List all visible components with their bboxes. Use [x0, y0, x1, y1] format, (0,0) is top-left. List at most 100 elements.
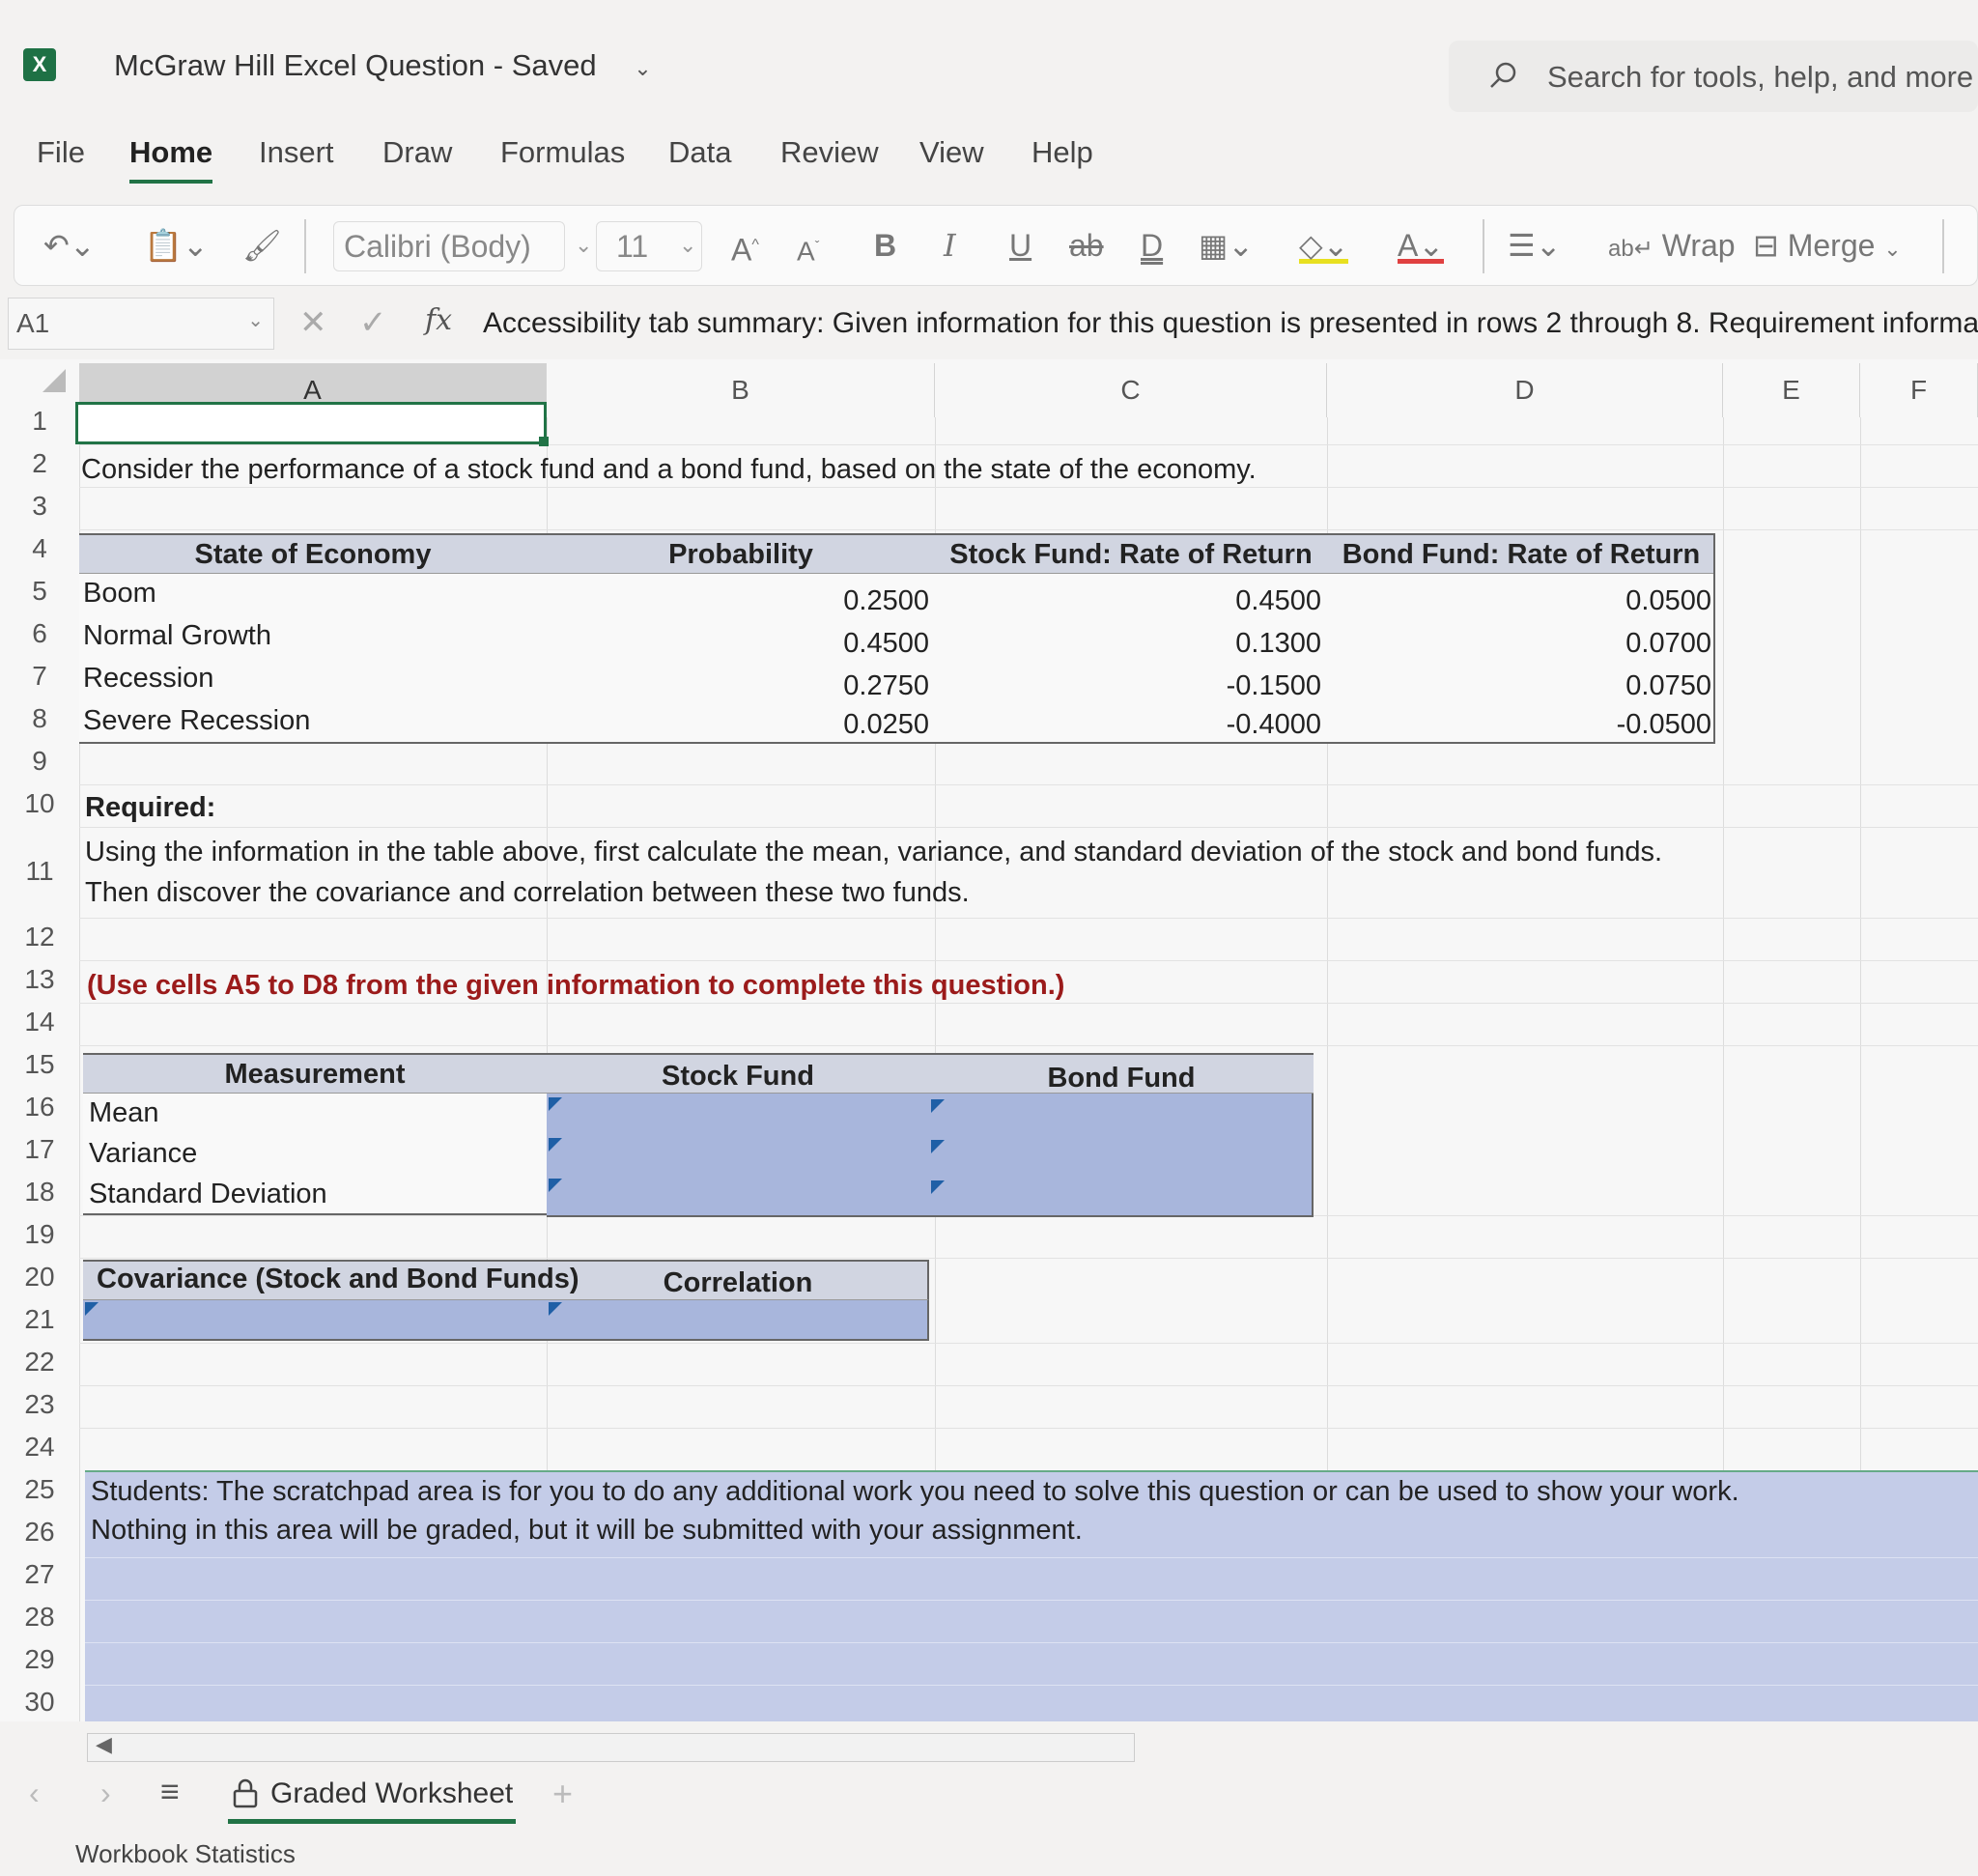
row-header[interactable]: 30 — [0, 1687, 79, 1718]
table-cell[interactable]: -0.1500 — [935, 670, 1321, 702]
document-title[interactable]: McGraw Hill Excel Question - Saved ⌄ — [114, 48, 652, 83]
row-header[interactable]: 13 — [0, 964, 79, 995]
underline-icon[interactable]: U — [1009, 221, 1031, 270]
add-sheet-icon[interactable]: + — [552, 1774, 573, 1814]
cancel-icon[interactable]: ✕ — [299, 303, 327, 342]
row-header[interactable]: 7 — [0, 661, 79, 692]
select-all-icon[interactable] — [42, 369, 66, 392]
function-icon[interactable]: fx — [425, 303, 452, 337]
increase-font-icon[interactable]: A^ — [731, 221, 759, 270]
column-header-e[interactable]: E — [1723, 363, 1860, 417]
row-header[interactable]: 20 — [0, 1262, 79, 1293]
table-cell[interactable]: Recession — [83, 663, 213, 695]
name-box[interactable]: A1 ⌄ — [8, 298, 274, 350]
tab-view[interactable]: View — [919, 135, 984, 184]
row-header[interactable]: 10 — [0, 788, 79, 819]
scroll-left-icon[interactable]: ◀ — [96, 1732, 112, 1757]
table-cell[interactable]: Normal Growth — [83, 620, 271, 652]
row-header[interactable]: 3 — [0, 491, 79, 522]
row-header[interactable]: 14 — [0, 1007, 79, 1037]
next-sheet-icon[interactable]: › — [100, 1776, 111, 1811]
table-cell[interactable]: Boom — [83, 578, 156, 610]
bond-variance-input[interactable] — [929, 1136, 1314, 1175]
row-header[interactable]: 2 — [0, 448, 79, 479]
table-cell[interactable]: 0.0500 — [1327, 585, 1711, 617]
row-header[interactable]: 17 — [0, 1134, 79, 1165]
row-header[interactable]: 25 — [0, 1474, 79, 1505]
decrease-font-icon[interactable]: Aˇ — [797, 221, 819, 270]
wrap-button[interactable]: ab↵ Wrap — [1608, 221, 1736, 270]
tab-review[interactable]: Review — [780, 135, 879, 184]
chevron-down-icon[interactable]: ⌄ — [634, 56, 651, 80]
column-header-c[interactable]: C — [935, 363, 1327, 417]
table-cell[interactable]: 0.2500 — [547, 585, 929, 617]
row-header[interactable]: 8 — [0, 703, 79, 734]
row-header[interactable]: 26 — [0, 1517, 79, 1548]
tab-file[interactable]: File — [37, 135, 85, 184]
merge-button[interactable]: ⊟ Merge ⌄ — [1753, 221, 1902, 270]
check-icon[interactable]: ✓ — [359, 303, 387, 342]
font-color-icon[interactable]: A⌄ — [1398, 221, 1445, 264]
stock-mean-input[interactable] — [547, 1095, 929, 1134]
table-cell[interactable]: 0.0750 — [1327, 670, 1711, 702]
stock-stdev-input[interactable] — [547, 1177, 929, 1215]
font-name-select[interactable]: Calibri (Body) — [333, 221, 565, 271]
strikethrough-icon[interactable]: ab — [1069, 221, 1104, 270]
tab-formulas[interactable]: Formulas — [500, 135, 625, 184]
all-sheets-icon[interactable]: ≡ — [160, 1774, 180, 1811]
tab-insert[interactable]: Insert — [259, 135, 334, 184]
worksheet-grid[interactable]: A B C D E F 1 2 3 4 5 6 7 8 9 10 11 12 1… — [0, 359, 1978, 1721]
table-cell[interactable]: -0.0500 — [1327, 709, 1711, 741]
bold-icon[interactable]: B — [874, 221, 896, 270]
table-cell[interactable]: Severe Recession — [83, 705, 310, 737]
row-header[interactable]: 19 — [0, 1219, 79, 1250]
row-header[interactable]: 28 — [0, 1602, 79, 1633]
fill-color-icon[interactable]: ◇⌄ — [1299, 221, 1349, 264]
tab-data[interactable]: Data — [668, 135, 731, 184]
column-header-f[interactable]: F — [1860, 363, 1978, 417]
italic-icon[interactable]: I — [944, 221, 956, 270]
table-cell[interactable]: 0.4500 — [547, 628, 929, 660]
row-header[interactable]: 22 — [0, 1347, 79, 1378]
row-header[interactable]: 5 — [0, 576, 79, 607]
paste-icon[interactable]: 📋⌄ — [144, 221, 209, 270]
font-name-chevron-icon[interactable]: ⌄ — [575, 221, 592, 270]
table-cell[interactable]: 0.2750 — [547, 670, 929, 702]
workbook-statistics-button[interactable]: Workbook Statistics — [75, 1839, 296, 1869]
table-cell[interactable]: 0.4500 — [935, 585, 1321, 617]
format-painter-icon[interactable]: 🖌 — [242, 221, 282, 270]
search-box[interactable]: Search for tools, help, and more — [1449, 41, 1978, 112]
column-header-d[interactable]: D — [1327, 363, 1723, 417]
tab-draw[interactable]: Draw — [382, 135, 452, 184]
column-header-b[interactable]: B — [547, 363, 935, 417]
font-size-chevron-icon[interactable]: ⌄ — [679, 221, 696, 270]
tab-home[interactable]: Home — [129, 135, 213, 184]
table-cell[interactable]: 0.1300 — [935, 628, 1321, 660]
stock-variance-input[interactable] — [547, 1136, 929, 1175]
bond-stdev-input[interactable] — [929, 1177, 1314, 1215]
previous-sheet-icon[interactable]: ‹ — [29, 1776, 40, 1811]
row-header[interactable]: 4 — [0, 533, 79, 564]
borders-icon[interactable]: ▦⌄ — [1199, 221, 1254, 270]
row-header[interactable]: 23 — [0, 1389, 79, 1420]
tab-help[interactable]: Help — [1031, 135, 1093, 184]
horizontal-scrollbar[interactable]: ◀ — [87, 1732, 1135, 1762]
row-header[interactable]: 29 — [0, 1644, 79, 1675]
row-header[interactable]: 18 — [0, 1177, 79, 1208]
scratchpad-area[interactable] — [85, 1470, 1978, 1721]
table-cell[interactable]: 0.0700 — [1327, 628, 1711, 660]
sheet-tab-graded-worksheet[interactable]: Graded Worksheet — [228, 1764, 516, 1824]
row-header[interactable]: 1 — [0, 406, 79, 437]
table-cell[interactable]: -0.4000 — [935, 709, 1321, 741]
formula-input[interactable]: Accessibility tab summary: Given informa… — [483, 307, 1978, 340]
bond-mean-input[interactable] — [929, 1095, 1314, 1134]
row-header[interactable]: 12 — [0, 922, 79, 952]
align-icon[interactable]: ☰⌄ — [1508, 221, 1562, 270]
excel-icon[interactable]: X — [23, 48, 56, 81]
correlation-input[interactable] — [547, 1302, 929, 1339]
active-cell-a1[interactable] — [75, 402, 547, 444]
row-header[interactable]: 24 — [0, 1432, 79, 1463]
row-header[interactable]: 15 — [0, 1049, 79, 1080]
undo-icon[interactable]: ↶⌄ — [43, 221, 96, 270]
row-header[interactable]: 6 — [0, 618, 79, 649]
